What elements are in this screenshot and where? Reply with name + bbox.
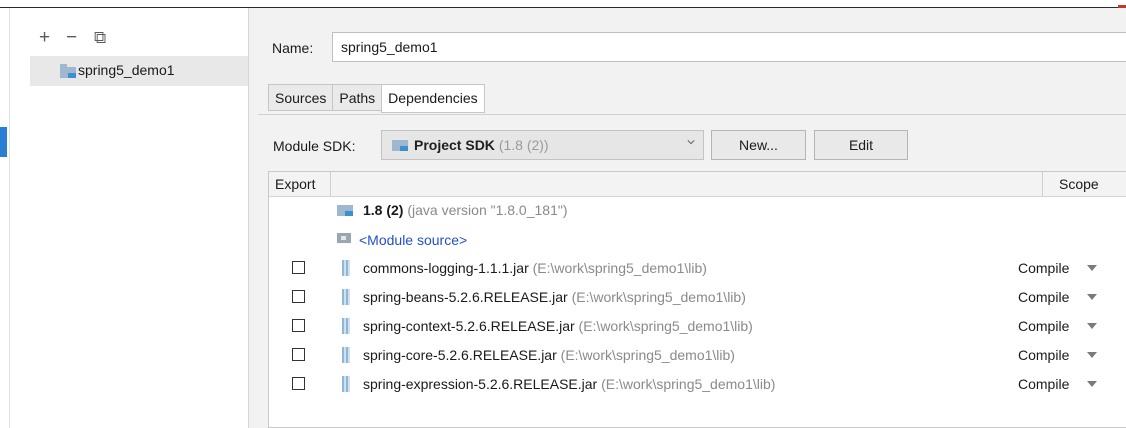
table-row[interactable]: spring-expression-5.2.6.RELEASE.jar (E:\… — [269, 372, 1109, 398]
module-folder-icon — [60, 64, 76, 78]
table-row[interactable]: spring-context-5.2.6.RELEASE.jar (E:\wor… — [269, 314, 1109, 340]
add-module-icon[interactable]: + — [39, 28, 50, 48]
export-checkbox[interactable] — [292, 290, 305, 303]
jar-path: (E:\work\spring5_demo1\lib) — [532, 260, 707, 276]
tab-paths[interactable]: Paths — [332, 84, 382, 111]
source-folder-icon — [337, 233, 351, 243]
scope-select[interactable]: Compile — [1018, 289, 1069, 305]
jar-name: spring-expression-5.2.6.RELEASE.jar — [363, 376, 598, 392]
settings-tabs: Sources Paths Dependencies — [268, 84, 485, 113]
column-export[interactable]: Export — [275, 176, 315, 192]
copy-module-icon[interactable]: ⧉ — [94, 28, 106, 48]
table-row[interactable]: spring-beans-5.2.6.RELEASE.jar (E:\work\… — [269, 285, 1109, 311]
left-selection-marker — [0, 127, 7, 157]
name-label: Name: — [272, 40, 314, 56]
scope-dropdown-icon[interactable] — [1087, 352, 1097, 358]
table-row-module-source[interactable]: <Module source> — [269, 228, 1109, 254]
export-checkbox[interactable] — [292, 319, 305, 332]
jar-path: (E:\work\spring5_demo1\lib) — [571, 289, 746, 305]
module-sidebar: + − ⧉ spring5_demo1 — [30, 8, 249, 428]
jar-path: (E:\work\spring5_demo1\lib) — [601, 376, 776, 392]
table-header: Export Scope — [269, 172, 1126, 197]
scope-select[interactable]: Compile — [1018, 260, 1069, 276]
edit-sdk-button[interactable]: Edit — [814, 130, 908, 160]
sdk-folder-icon — [392, 140, 408, 151]
jar-path: (E:\work\spring5_demo1\lib) — [560, 347, 735, 363]
jar-name: spring-context-5.2.6.RELEASE.jar — [363, 318, 575, 334]
table-row[interactable]: commons-logging-1.1.1.jar (E:\work\sprin… — [269, 256, 1109, 282]
sdk-selected-detail: (1.8 (2)) — [498, 137, 549, 153]
column-divider — [330, 172, 331, 196]
export-checkbox[interactable] — [292, 348, 305, 361]
remove-module-icon[interactable]: − — [66, 28, 77, 48]
module-item[interactable]: spring5_demo1 — [30, 56, 248, 86]
column-scope[interactable]: Scope — [1059, 176, 1099, 192]
jar-path: (E:\work\spring5_demo1\lib) — [578, 318, 753, 334]
jar-icon — [342, 376, 350, 392]
export-checkbox[interactable] — [292, 377, 305, 390]
column-divider — [1042, 172, 1043, 196]
jar-name: commons-logging-1.1.1.jar — [363, 260, 529, 276]
tab-sources[interactable]: Sources — [268, 84, 333, 111]
scope-select[interactable]: Compile — [1018, 347, 1069, 363]
sdk-name: 1.8 (2) — [363, 202, 404, 218]
module-sdk-label: Module SDK: — [273, 138, 356, 154]
scope-select[interactable]: Compile — [1018, 376, 1069, 392]
jar-name: spring-core-5.2.6.RELEASE.jar — [363, 347, 557, 363]
jar-icon — [342, 260, 350, 276]
chevron-down-icon — [687, 140, 695, 145]
jar-icon — [342, 347, 350, 363]
left-divider — [9, 8, 10, 428]
dependencies-table: Export Scope 1.8 (2) (java version "1.8.… — [268, 171, 1126, 428]
module-item-label: spring5_demo1 — [78, 62, 175, 78]
tab-separator — [258, 114, 1126, 115]
jar-icon — [342, 289, 350, 305]
tab-dependencies[interactable]: Dependencies — [381, 84, 485, 113]
sdk-detail: (java version "1.8.0_181") — [407, 202, 568, 218]
module-sdk-select[interactable]: Project SDK (1.8 (2)) — [381, 130, 704, 160]
jar-name: spring-beans-5.2.6.RELEASE.jar — [363, 289, 568, 305]
scope-dropdown-icon[interactable] — [1087, 381, 1097, 387]
scope-dropdown-icon[interactable] — [1087, 294, 1097, 300]
name-input[interactable]: spring5_demo1 — [332, 32, 1126, 62]
scope-dropdown-icon[interactable] — [1087, 265, 1097, 271]
new-sdk-button[interactable]: New... — [711, 130, 806, 160]
export-checkbox[interactable] — [292, 261, 305, 274]
sdk-selected-value: Project SDK — [414, 137, 495, 153]
table-row[interactable]: spring-core-5.2.6.RELEASE.jar (E:\work\s… — [269, 343, 1109, 369]
module-source-label: <Module source> — [359, 232, 468, 248]
scope-select[interactable]: Compile — [1018, 318, 1069, 334]
table-row-sdk[interactable]: 1.8 (2) (java version "1.8.0_181") — [269, 198, 1109, 224]
sdk-folder-icon — [337, 205, 353, 216]
jar-icon — [342, 318, 350, 334]
scope-dropdown-icon[interactable] — [1087, 323, 1097, 329]
